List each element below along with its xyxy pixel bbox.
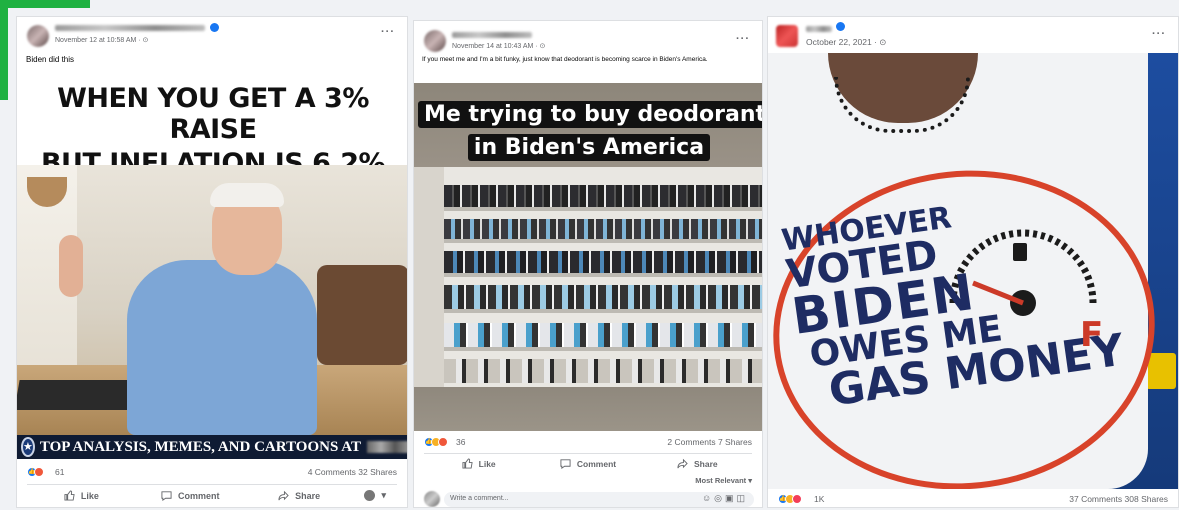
more-options-button[interactable]: ··· — [381, 26, 395, 38]
facebook-post-raise-meme: November 12 at 10:58 AM · ⊙ ··· Biden di… — [16, 16, 408, 508]
facebook-post-shirt-photo: October 22, 2021 · ⊙ ··· WHOEVER VOTED B… — [767, 16, 1179, 508]
avatar[interactable] — [424, 30, 446, 52]
post-timestamp[interactable]: November 14 at 10:43 AM · ⊙ — [452, 42, 545, 50]
comment-icon — [560, 459, 571, 469]
reaction-summary: 👍 36 2 Comments 7 Shares — [414, 433, 762, 453]
redacted-url — [366, 441, 407, 453]
action-bar: Like Comment Share ▾ — [27, 484, 397, 506]
love-reaction-icon — [792, 494, 802, 504]
like-button[interactable]: Like — [424, 454, 533, 473]
reaction-summary: 👍 61 4 Comments 32 Shares — [17, 463, 407, 483]
caption-panel: Me trying to buy deodorant in Biden's Am… — [414, 83, 762, 167]
more-options-button[interactable]: ··· — [736, 33, 750, 45]
post-caption: If you meet me and I'm a bit funky, just… — [422, 56, 708, 63]
pump-sign — [1146, 353, 1176, 389]
meme-line-1: WHEN YOU GET A 3% RAISE — [57, 83, 369, 145]
comment-icon — [161, 491, 172, 501]
reaction-icons[interactable]: 👍 — [27, 467, 44, 477]
comment-input[interactable]: Write a comment... ☺◎▣◫ — [444, 492, 754, 507]
comment-label: Comment — [177, 490, 220, 501]
verified-badge-icon — [836, 22, 845, 31]
share-label: Share — [694, 458, 718, 469]
comment-sort-dropdown[interactable]: Most Relevant ▾ — [695, 476, 752, 485]
meme-text-panel: WHEN YOU GET A 3% RAISE BUT INFLATION IS… — [17, 73, 407, 179]
meme-line-1: Me trying to buy deodorant — [418, 101, 762, 128]
author-name-redacted[interactable] — [55, 25, 205, 31]
like-label: Like — [80, 490, 99, 501]
post-header: October 22, 2021 · ⊙ ··· — [768, 17, 1178, 51]
share-button[interactable]: Share — [643, 454, 752, 473]
reaction-count[interactable]: 61 — [55, 467, 64, 477]
angry-reaction-icon — [34, 467, 44, 477]
store-shelf-photo — [414, 167, 762, 387]
share-label: Share — [295, 490, 321, 501]
like-label: Like — [478, 458, 496, 469]
person-shirt — [127, 260, 317, 435]
comment-button[interactable]: Comment — [533, 454, 642, 473]
post-timestamp[interactable]: November 12 at 10:58 AM · ⊙ — [55, 36, 148, 44]
comment-label: Comment — [576, 458, 617, 469]
globe-icon: ⊙ — [879, 37, 887, 47]
commenter-avatar — [424, 491, 440, 507]
page-avatar-icon — [364, 490, 376, 501]
author-name-redacted[interactable] — [806, 26, 832, 32]
comments-shares-count[interactable]: 4 Comments 32 Shares — [308, 467, 397, 477]
post-image[interactable]: WHOEVER VOTED BIDEN OWES ME GAS MONEY F — [768, 53, 1178, 489]
share-icon — [677, 458, 688, 469]
dropdown-arrow-icon: ▾ — [381, 490, 387, 500]
banner-text: TOP ANALYSIS, MEMES, AND CARTOONS AT — [39, 438, 361, 455]
meme-line-2: in Biden's America — [467, 134, 711, 161]
meme-photo — [17, 165, 407, 435]
author-name-redacted[interactable] — [452, 32, 532, 38]
post-image[interactable]: WHEN YOU GET A 3% RAISE BUT INFLATION IS… — [17, 73, 407, 459]
share-icon — [278, 490, 289, 501]
gauge-full-letter: F — [1080, 315, 1104, 355]
thumbs-up-icon — [64, 490, 75, 501]
more-options-button[interactable]: ··· — [1152, 28, 1166, 40]
thumbs-up-hand — [59, 235, 83, 297]
reaction-icons[interactable]: 👍 — [778, 494, 802, 504]
globe-icon: ⊙ — [539, 43, 546, 50]
post-header: November 12 at 10:58 AM · ⊙ ··· — [17, 17, 407, 49]
screenshot-collage: November 12 at 10:58 AM · ⊙ ··· Biden di… — [0, 0, 1179, 510]
post-timestamp[interactable]: October 22, 2021 · ⊙ — [806, 37, 886, 48]
globe-icon: ⊙ — [142, 37, 149, 44]
shirt-print-text: WHOEVER VOTED BIDEN OWES ME GAS MONEY — [779, 183, 1127, 416]
source-banner: ★ TOP ANALYSIS, MEMES, AND CARTOONS AT — [17, 435, 407, 459]
audience-selector[interactable]: ▾ — [353, 485, 397, 506]
reaction-summary: 👍 1K 37 Comments 308 Shares — [768, 490, 1178, 507]
angry-reaction-icon — [438, 437, 448, 447]
comments-shares-count[interactable]: 2 Comments 7 Shares — [667, 437, 752, 447]
star-logo-icon: ★ — [21, 437, 35, 457]
post-caption: Biden did this — [26, 55, 75, 64]
post-image[interactable]: Me trying to buy deodorant in Biden's Am… — [414, 83, 762, 431]
facebook-post-deodorant-meme: November 14 at 10:43 AM · ⊙ ··· If you m… — [413, 20, 763, 508]
comment-tools-icons[interactable]: ☺◎▣◫ — [702, 493, 748, 504]
comment-placeholder: Write a comment... — [450, 495, 509, 502]
share-button[interactable]: Share — [245, 485, 354, 506]
reaction-count[interactable]: 1K — [814, 494, 824, 504]
laptop — [17, 380, 140, 410]
reaction-count[interactable]: 36 — [456, 437, 465, 447]
verified-badge-icon — [210, 23, 219, 32]
post-header: November 14 at 10:43 AM · ⊙ ··· — [414, 21, 762, 55]
thumbs-up-icon — [462, 458, 473, 469]
action-bar: Like Comment Share — [424, 453, 752, 473]
reaction-icons[interactable]: 👍 — [424, 437, 448, 447]
comment-button[interactable]: Comment — [136, 485, 245, 506]
page-avatar[interactable] — [776, 25, 798, 47]
comments-shares-count[interactable]: 37 Comments 308 Shares — [1069, 494, 1168, 504]
like-button[interactable]: Like — [27, 485, 136, 506]
bottom-panel — [414, 387, 762, 431]
avatar[interactable] — [27, 25, 49, 47]
